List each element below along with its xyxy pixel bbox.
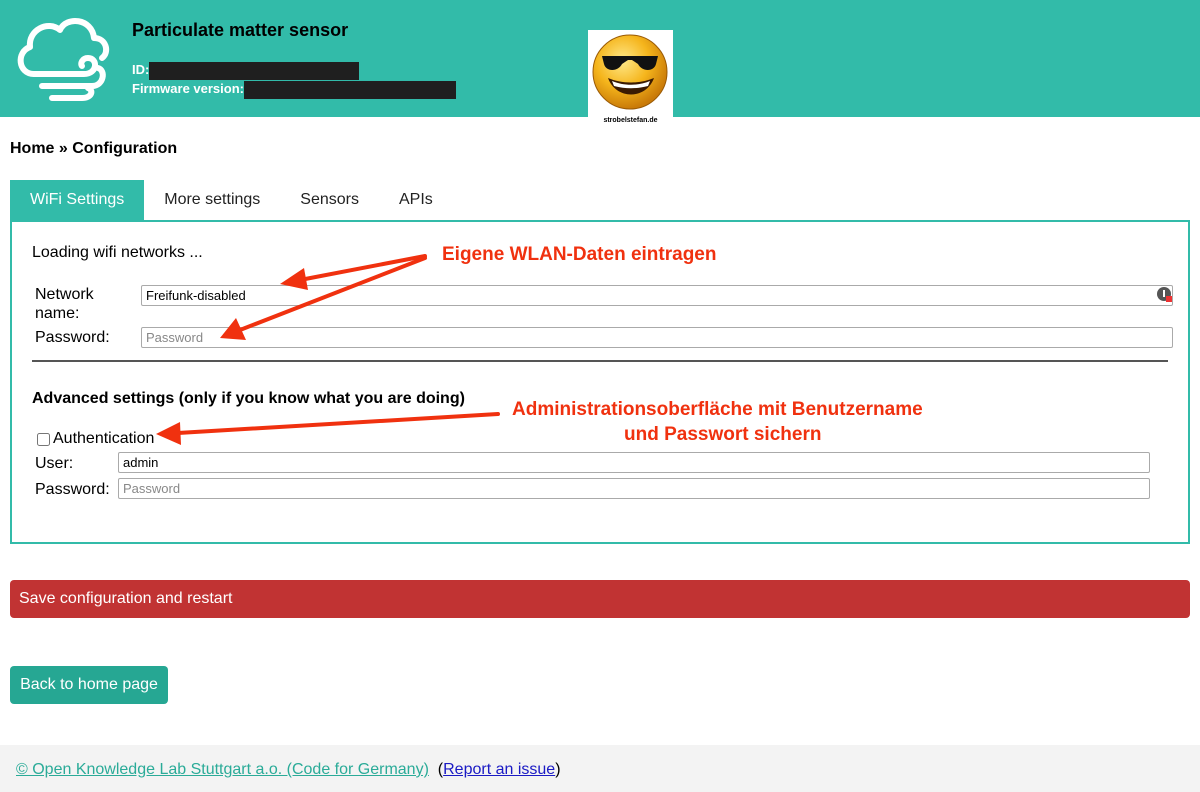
footer-content: © Open Knowledge Lab Stuttgart a.o. (Cod… [16,761,561,779]
cloud-wind-icon [17,18,110,101]
page-title: Particulate matter sensor [132,20,349,40]
tab-wifi-settings[interactable]: WiFi Settings [10,180,145,220]
network-name-label: Network name: [35,286,94,322]
breadcrumb: Home » Configuration [10,140,178,157]
wifi-password-input[interactable] [141,327,1173,348]
firmware-version: Firmware version: [132,81,456,99]
advanced-settings-heading: Advanced settings (only if you know what… [32,390,465,407]
annotation-wlan: Eigene WLAN-Daten eintragen [442,244,717,265]
tab-more-settings[interactable]: More settings [144,180,280,220]
back-to-home-button[interactable]: Back to home page [10,666,168,704]
cool-smiley-icon [592,34,668,110]
user-input[interactable] [118,452,1150,473]
report-issue-link[interactable]: Report an issue [443,761,555,778]
clear-field-icon[interactable] [1156,286,1172,302]
annotation-admin-line1: Administrationsoberfläche mit Benutzerna… [512,399,923,420]
divider [32,360,1168,362]
wifi-settings-panel: Loading wifi networks ... Network name: … [10,220,1190,544]
annotation-admin-line2: und Passwort sichern [624,424,822,445]
admin-password-input[interactable] [118,478,1150,499]
smiley-caption: strobelstefan.de [603,117,658,124]
device-id: ID: [132,62,360,80]
authentication-checkbox[interactable] [37,433,50,446]
network-name-input[interactable] [141,285,1173,306]
header-bar: Particulate matter sensor ID: Firmware v… [0,0,1200,126]
user-label: User: [35,455,74,472]
footer: © Open Knowledge Lab Stuttgart a.o. (Cod… [0,745,1200,792]
tab-apis[interactable]: APIs [379,180,453,220]
tab-sensors[interactable]: Sensors [280,180,379,220]
save-and-restart-button[interactable]: Save configuration and restart [10,580,1190,618]
device-id-label: ID: [132,62,150,77]
wifi-password-label: Password: [35,329,110,346]
smiley-logo: strobelstefan.de [588,30,673,126]
authentication-label: Authentication [53,430,155,447]
loading-networks-text: Loading wifi networks ... [32,244,203,261]
firmware-label: Firmware version: [132,81,244,96]
copyright-link[interactable]: © Open Knowledge Lab Stuttgart a.o. (Cod… [16,761,429,778]
tab-bar: WiFi Settings More settings Sensors APIs [10,180,453,220]
redacted-firmware [244,81,456,99]
admin-password-label: Password: [35,481,110,498]
paren-close: ) [555,761,561,778]
redacted-id [149,62,360,80]
